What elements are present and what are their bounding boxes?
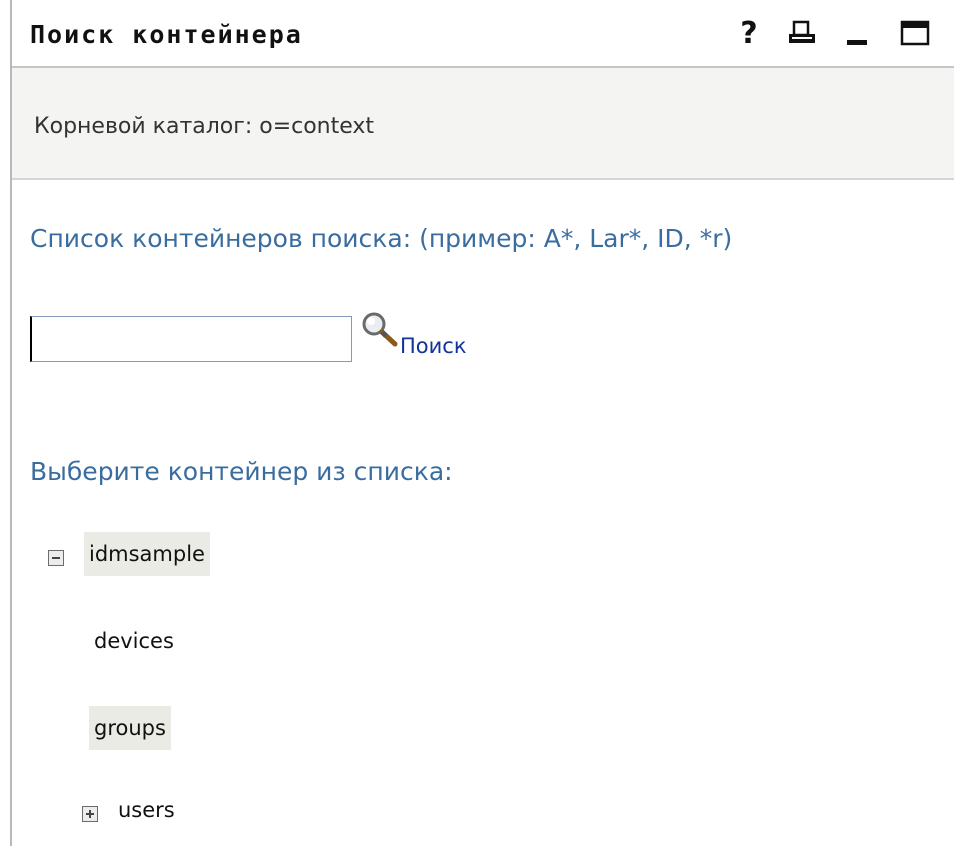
- print-icon[interactable]: [785, 14, 819, 52]
- portlet-title: Поиск контейнера: [30, 20, 303, 49]
- tree-node-devices[interactable]: devices: [89, 619, 179, 663]
- search-input[interactable]: [30, 316, 352, 362]
- tree-node-groups[interactable]: groups: [89, 706, 171, 750]
- tree-node-users[interactable]: users: [113, 788, 180, 832]
- root-catalog-bar: Корневой каталог: o=context: [12, 68, 954, 180]
- tree-node-idmsample[interactable]: idmsample: [84, 532, 210, 576]
- collapse-icon[interactable]: [48, 550, 64, 566]
- maximize-icon[interactable]: [895, 14, 935, 52]
- help-icon[interactable]: ?: [734, 14, 764, 52]
- minimize-icon[interactable]: [840, 14, 874, 52]
- title-bar: Поиск контейнера ?: [12, 0, 954, 68]
- select-container-label: Выберите контейнер из списка:: [30, 457, 453, 486]
- container-search-portlet: Поиск контейнера ? Корневой каталог: o=c…: [0, 0, 954, 846]
- magnifier-icon[interactable]: [360, 310, 400, 350]
- search-list-label: Список контейнеров поиска: (пример: A*, …: [30, 224, 733, 253]
- search-button[interactable]: Поиск: [400, 334, 467, 358]
- root-catalog-text: Корневой каталог: o=context: [34, 114, 375, 139]
- expand-icon[interactable]: [82, 806, 98, 822]
